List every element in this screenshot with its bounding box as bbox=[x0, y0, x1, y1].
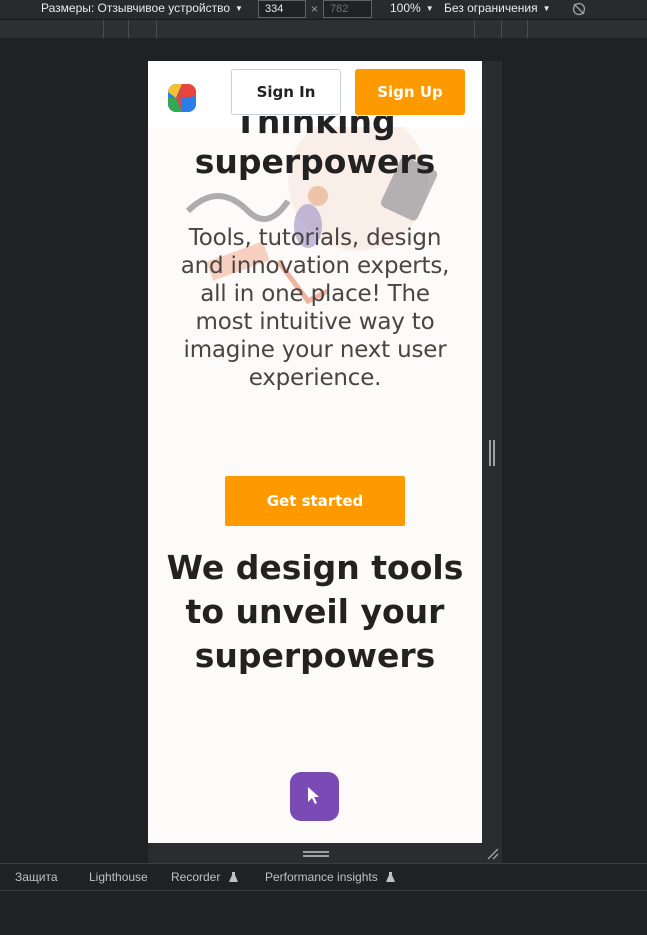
zoom-dropdown[interactable]: 100% ▼ bbox=[390, 0, 434, 19]
tab-performance-insights-label: Performance insights bbox=[265, 870, 378, 884]
hero-title-line2: superpowers bbox=[194, 142, 436, 181]
section-title: We design tools to unveil your superpowe… bbox=[166, 548, 464, 675]
hero-title-line1: Thinking bbox=[234, 116, 396, 141]
resize-corner-icon[interactable] bbox=[486, 847, 499, 860]
devtools-drawer: Защита Lighthouse Recorder Performance i… bbox=[0, 863, 647, 935]
tab-lighthouse[interactable]: Lighthouse bbox=[89, 864, 148, 891]
resize-handle-right[interactable] bbox=[489, 440, 495, 466]
resize-handle-bottom[interactable] bbox=[303, 851, 329, 857]
ruler-divider bbox=[128, 20, 129, 38]
device-toolbar: Размеры: Отзывчивое устройство ▼ 334 × 78… bbox=[0, 0, 647, 19]
throttling-value: Без ограничения bbox=[444, 1, 538, 15]
media-query-bar[interactable] bbox=[0, 19, 647, 38]
tab-security[interactable]: Защита bbox=[15, 864, 58, 891]
hero-title: Thinking superpowers bbox=[148, 116, 482, 182]
width-input[interactable]: 334 bbox=[258, 0, 306, 18]
emulated-page: Sign In Sign Up Thinking superpowers Too… bbox=[148, 61, 482, 843]
times-sign: × bbox=[311, 2, 319, 16]
experimental-flask-icon bbox=[386, 872, 396, 882]
throttling-dropdown[interactable]: Без ограничения ▼ bbox=[444, 0, 551, 19]
rotate-icon[interactable] bbox=[571, 1, 587, 17]
dimensions-label: Размеры: Отзывчивое устройство bbox=[41, 1, 231, 15]
sign-in-button[interactable]: Sign In bbox=[231, 69, 341, 115]
tab-recorder-label: Recorder bbox=[171, 870, 221, 884]
get-started-button[interactable]: Get started bbox=[225, 476, 405, 526]
zoom-value: 100% bbox=[390, 1, 421, 15]
logo-icon[interactable] bbox=[166, 82, 198, 114]
ruler-divider bbox=[501, 20, 502, 38]
ruler-divider bbox=[474, 20, 475, 38]
ruler-divider bbox=[527, 20, 528, 38]
chevron-down-icon: ▼ bbox=[542, 4, 551, 13]
experimental-flask-icon bbox=[228, 872, 238, 882]
tab-performance-insights[interactable]: Performance insights bbox=[265, 864, 396, 891]
hero-title-clipped-line: Thinking bbox=[148, 116, 482, 142]
chevron-down-icon: ▼ bbox=[425, 4, 434, 13]
cursor-fab-button[interactable] bbox=[290, 772, 339, 821]
sign-up-button[interactable]: Sign Up bbox=[355, 69, 465, 115]
tab-recorder[interactable]: Recorder bbox=[171, 864, 238, 891]
ruler-divider bbox=[103, 20, 104, 38]
ruler-divider bbox=[156, 20, 157, 38]
hero-description: Tools, tutorials, design and innovation … bbox=[180, 225, 450, 391]
dimensions-dropdown[interactable]: Размеры: Отзывчивое устройство ▼ bbox=[41, 0, 243, 19]
drawer-tabbar: Защита Lighthouse Recorder Performance i… bbox=[0, 864, 647, 891]
height-input[interactable]: 782 bbox=[323, 0, 372, 18]
cursor-arrow-icon bbox=[308, 787, 319, 804]
chevron-down-icon: ▼ bbox=[235, 4, 243, 13]
